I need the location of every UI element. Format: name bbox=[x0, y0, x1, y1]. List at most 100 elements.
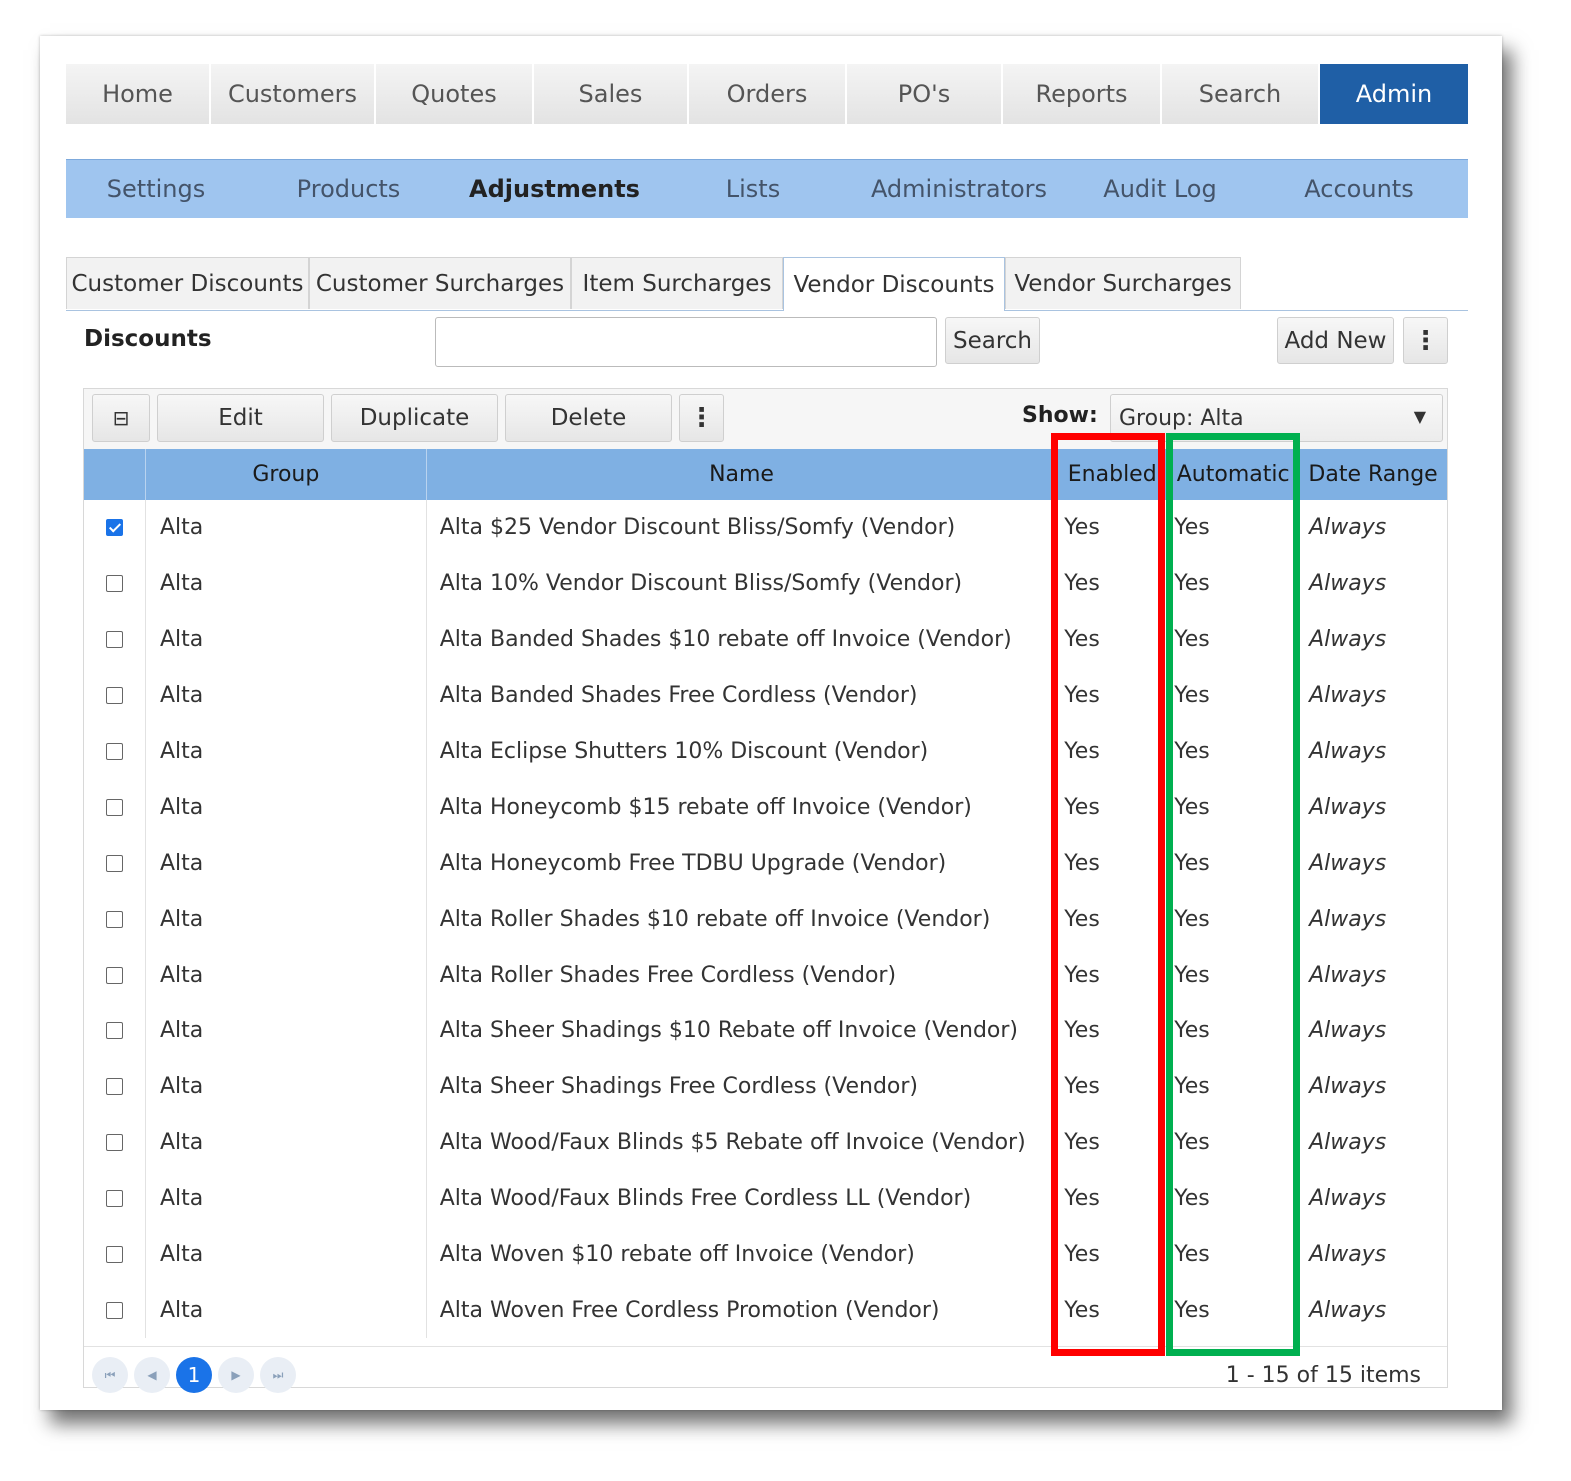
sub-nav-adjustments[interactable]: Adjustments bbox=[451, 175, 658, 203]
table-row[interactable]: Alta Alta Roller Shades Free Cordless (Ve… bbox=[84, 947, 1447, 1004]
tab-item-surcharges[interactable]: Item Surcharges bbox=[571, 257, 783, 309]
table-row[interactable]: Alta Alta Eclipse Shutters 10% Discount (… bbox=[84, 723, 1447, 780]
row-select-cell bbox=[84, 891, 146, 948]
cell-name: Alta Wood/Faux Blinds Free Cordless LL (… bbox=[439, 1186, 972, 1212]
pager-info: 1 - 15 of 15 items bbox=[1225, 1363, 1421, 1388]
table-row[interactable]: Alta Alta Sheer Shadings Free Cordless (V… bbox=[84, 1058, 1447, 1115]
header-enabled[interactable]: Enabled bbox=[1057, 449, 1167, 500]
row-checkbox[interactable] bbox=[105, 1022, 123, 1040]
cell-date-range: Always bbox=[1309, 627, 1387, 653]
row-checkbox[interactable] bbox=[105, 798, 123, 816]
show-group-select[interactable]: Group: Alta ▼ bbox=[1110, 394, 1443, 442]
tab-vendor-discounts[interactable]: Vendor Discounts bbox=[783, 257, 1005, 311]
main-nav-reports[interactable]: Reports bbox=[1003, 64, 1162, 124]
table-row[interactable]: Alta Alta 10% Vendor Discount Bliss/Somfy… bbox=[84, 555, 1447, 612]
main-nav-admin[interactable]: Admin bbox=[1320, 64, 1468, 124]
row-select-cell bbox=[84, 1114, 146, 1171]
delete-button[interactable]: Delete bbox=[505, 394, 672, 442]
next-page-icon[interactable]: ▶ bbox=[218, 1357, 254, 1393]
main-nav-pos[interactable]: PO's bbox=[847, 64, 1003, 124]
cell-name: Alta Sheer Shadings Free Cordless (Vendo… bbox=[439, 1074, 919, 1100]
add-new-button[interactable]: Add New bbox=[1277, 317, 1394, 364]
cell-enabled: Yes bbox=[1064, 850, 1100, 876]
cell-date-range: Always bbox=[1309, 850, 1387, 876]
sub-nav-accounts[interactable]: Accounts bbox=[1250, 175, 1468, 203]
cell-enabled: Yes bbox=[1064, 1018, 1100, 1044]
header-date-range[interactable]: Date Range bbox=[1299, 449, 1447, 500]
tab-customer-surcharges[interactable]: Customer Surcharges bbox=[309, 257, 571, 309]
cell-name: Alta Woven $10 rebate off Invoice (Vendo… bbox=[439, 1242, 915, 1268]
cell-group: Alta bbox=[146, 500, 427, 556]
cell-date-range: Always bbox=[1309, 962, 1387, 988]
row-checkbox[interactable] bbox=[105, 743, 123, 760]
section-title: Discounts bbox=[84, 326, 212, 352]
sub-nav-audit-log[interactable]: Audit Log bbox=[1070, 175, 1250, 203]
main-nav-sales[interactable]: Sales bbox=[534, 64, 689, 124]
table-row[interactable]: Alta Alta Honeycomb $15 rebate off Invoic… bbox=[84, 779, 1447, 836]
row-checkbox[interactable] bbox=[105, 631, 123, 649]
prev-page-icon[interactable]: ◀ bbox=[134, 1357, 170, 1393]
tab-vendor-surcharges[interactable]: Vendor Surcharges bbox=[1005, 257, 1241, 309]
current-page-button[interactable]: 1 bbox=[176, 1357, 212, 1393]
table-row[interactable]: Alta Alta Wood/Faux Blinds $5 Rebate off … bbox=[84, 1114, 1447, 1171]
table-row[interactable]: Alta Alta Sheer Shadings $10 Rebate off I… bbox=[84, 1003, 1447, 1059]
row-checkbox[interactable] bbox=[105, 575, 123, 593]
table-row[interactable]: Alta Alta Honeycomb Free TDBU Upgrade (Ve… bbox=[84, 835, 1447, 892]
main-nav-search[interactable]: Search bbox=[1162, 64, 1320, 124]
row-checkbox[interactable] bbox=[105, 854, 123, 872]
chevron-down-icon: ▼ bbox=[1413, 407, 1426, 426]
row-checkbox[interactable] bbox=[105, 1301, 123, 1319]
row-select-cell bbox=[84, 835, 146, 892]
table-row[interactable]: Alta Alta Woven $10 rebate off Invoice (V… bbox=[84, 1226, 1447, 1283]
sub-nav-administrators[interactable]: Administrators bbox=[848, 175, 1070, 203]
cell-automatic: Yes bbox=[1174, 1186, 1210, 1212]
sub-nav-products[interactable]: Products bbox=[246, 175, 451, 203]
cell-date-range: Always bbox=[1309, 683, 1387, 709]
first-page-icon[interactable]: ⏮ bbox=[92, 1357, 128, 1393]
main-nav-customers[interactable]: Customers bbox=[211, 64, 376, 124]
collapse-all-icon[interactable]: ⊟ bbox=[92, 394, 150, 442]
tab-customer-discounts[interactable]: Customer Discounts bbox=[66, 257, 309, 309]
row-checkbox[interactable] bbox=[105, 1246, 123, 1264]
cell-name: Alta Honeycomb $15 rebate off Invoice (V… bbox=[439, 794, 972, 820]
cell-group: Alta bbox=[146, 667, 427, 724]
row-select-cell bbox=[84, 500, 146, 556]
row-checkbox[interactable] bbox=[105, 1190, 123, 1208]
main-nav-orders[interactable]: Orders bbox=[689, 64, 847, 124]
cell-automatic: Yes bbox=[1174, 850, 1210, 876]
main-nav-home[interactable]: Home bbox=[66, 64, 211, 124]
header-name[interactable]: Name bbox=[427, 449, 1058, 500]
duplicate-button[interactable]: Duplicate bbox=[331, 394, 498, 442]
table-row[interactable]: Alta Alta Banded Shades $10 rebate off In… bbox=[84, 611, 1447, 668]
search-button[interactable]: Search bbox=[945, 317, 1040, 364]
row-select-cell bbox=[84, 1003, 146, 1059]
table-row[interactable]: Alta Alta Banded Shades Free Cordless (Ve… bbox=[84, 667, 1447, 724]
show-group-value: Group: Alta bbox=[1119, 405, 1244, 431]
table-row[interactable]: Alta Alta $25 Vendor Discount Bliss/Somfy… bbox=[84, 500, 1447, 556]
last-page-icon[interactable]: ⏭ bbox=[260, 1357, 296, 1393]
search-input[interactable] bbox=[435, 317, 937, 367]
row-checkbox[interactable] bbox=[105, 519, 123, 537]
edit-button[interactable]: Edit bbox=[157, 394, 324, 442]
table-row[interactable]: Alta Alta Roller Shades $10 rebate off In… bbox=[84, 891, 1447, 948]
cell-date-range: Always bbox=[1309, 1242, 1387, 1268]
table-row[interactable]: Alta Alta Woven Free Cordless Promotion (… bbox=[84, 1282, 1447, 1339]
header-group[interactable]: Group bbox=[146, 449, 427, 500]
sub-nav-settings[interactable]: Settings bbox=[66, 175, 246, 203]
sub-nav-lists[interactable]: Lists bbox=[658, 175, 848, 203]
row-checkbox[interactable] bbox=[105, 687, 123, 705]
section-more-icon[interactable]: ⋮ bbox=[1403, 317, 1448, 364]
table-row[interactable]: Alta Alta Wood/Faux Blinds Free Cordless … bbox=[84, 1170, 1447, 1227]
cell-date-range: Always bbox=[1309, 794, 1387, 820]
row-checkbox[interactable] bbox=[105, 966, 123, 984]
row-checkbox[interactable] bbox=[105, 1134, 123, 1152]
cell-enabled: Yes bbox=[1064, 1130, 1100, 1156]
cell-name: Alta Roller Shades Free Cordless (Vendor… bbox=[439, 962, 897, 988]
main-nav-quotes[interactable]: Quotes bbox=[376, 64, 534, 124]
toolbar-more-icon[interactable]: ⋮ bbox=[679, 394, 724, 442]
row-checkbox[interactable] bbox=[105, 910, 123, 928]
cell-group: Alta bbox=[146, 1058, 427, 1115]
header-automatic[interactable]: Automatic bbox=[1167, 449, 1299, 500]
cell-date-range: Always bbox=[1309, 515, 1387, 541]
row-checkbox[interactable] bbox=[105, 1078, 123, 1096]
